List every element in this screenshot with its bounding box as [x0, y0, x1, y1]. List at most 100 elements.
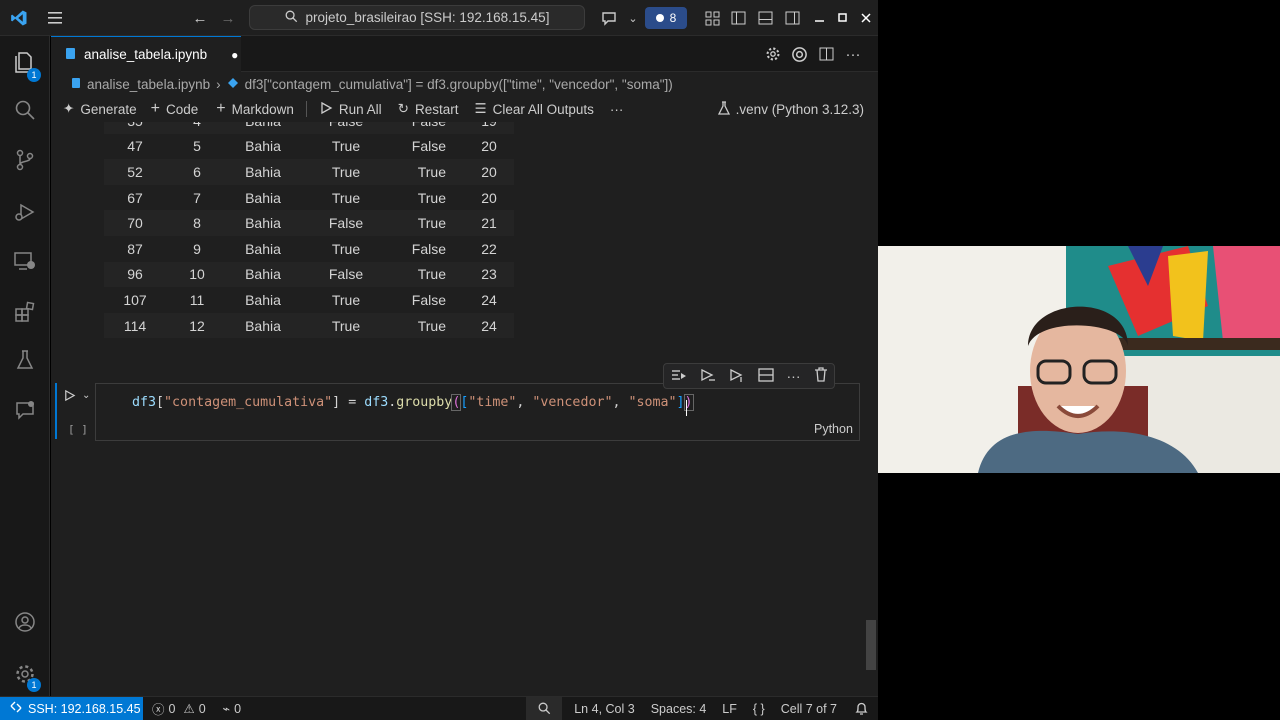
table-row: 114 12 Bahia True True 24 — [104, 312, 514, 339]
error-count: 0 — [168, 701, 176, 716]
indentation[interactable]: Spaces: 4 — [651, 702, 707, 716]
notebook-file-icon — [65, 47, 76, 63]
breadcrumb-file[interactable]: analise_tabela.ipynb — [87, 77, 210, 92]
restart-label: Restart — [414, 101, 459, 117]
maximize-icon[interactable] — [833, 8, 853, 28]
table-cell: 23 — [464, 261, 514, 288]
command-center-search[interactable]: projeto_brasileirao [SSH: 192.168.15.45] — [249, 5, 585, 30]
plus-icon: + — [216, 100, 226, 117]
warning-icon: ⚠ — [183, 702, 195, 716]
toggle-primary-sidebar-icon[interactable] — [728, 8, 748, 28]
code-token: df3 — [364, 395, 389, 410]
settings-gear-icon[interactable] — [763, 44, 783, 64]
unsaved-dot-icon[interactable]: ● — [231, 48, 238, 62]
customize-layout-icon[interactable] — [702, 8, 722, 28]
chevron-down-icon[interactable]: ⌄ — [626, 8, 640, 28]
end-of-line[interactable]: LF — [722, 702, 737, 716]
menu-icon[interactable] — [46, 8, 66, 28]
minimize-icon[interactable] — [810, 8, 830, 28]
table-cell: 20 — [464, 184, 514, 211]
split-cell-icon[interactable] — [757, 367, 774, 385]
activity-bar: 1 1 — [0, 36, 50, 696]
source-control-icon[interactable] — [0, 138, 50, 182]
cell-language[interactable]: Python — [814, 422, 853, 436]
chat-icon[interactable] — [0, 388, 50, 432]
breadcrumb-symbol[interactable]: df3["contagem_cumulativa"] = df3.groupby… — [245, 77, 673, 92]
breadcrumb-separator: › — [216, 76, 221, 92]
testing-icon[interactable] — [0, 338, 50, 382]
table-cell: False — [394, 122, 464, 134]
accounts-icon[interactable] — [0, 600, 50, 644]
extensions-icon[interactable] — [0, 290, 50, 334]
code-cell-editor[interactable] — [95, 383, 860, 441]
notifications-bell-icon[interactable] — [855, 702, 868, 716]
code-line[interactable]: df3["contagem_cumulativa"] = df3.groupby… — [132, 394, 694, 411]
run-cell-button[interactable]: ⌄ — [63, 386, 91, 404]
forward-icon[interactable]: → — [218, 8, 238, 28]
code-cell-icon — [227, 77, 239, 92]
accounts-badge: 1 — [27, 678, 41, 692]
zoom-icon[interactable] — [526, 696, 563, 720]
table-row: 354BahiaFalseFalse19 — [104, 122, 514, 134]
markdown-label: Markdown — [231, 101, 294, 117]
table-row: 47 5 Bahia True False 20 — [104, 133, 514, 160]
manage-gear-icon[interactable]: 1 — [0, 652, 50, 696]
language-braces[interactable]: { } — [753, 702, 765, 716]
search-icon[interactable] — [0, 88, 50, 132]
error-icon: ⓧ — [152, 703, 165, 717]
table-cell: 35 — [104, 122, 166, 134]
close-icon[interactable] — [856, 8, 876, 28]
table-cell: True — [298, 235, 394, 262]
code-token: ] — [332, 395, 341, 410]
run-options-chevron-icon[interactable]: ⌄ — [82, 390, 90, 401]
table-cell: 12 — [166, 312, 228, 339]
split-editor-icon[interactable] — [816, 44, 836, 64]
code-token: groupby — [396, 395, 453, 410]
copilot-icon[interactable] — [789, 44, 809, 64]
code-token: "contagem_cumulativa" — [164, 395, 333, 410]
kernel-picker[interactable]: .venv (Python 3.12.3) — [717, 100, 864, 118]
cell-more-icon[interactable]: ··· — [787, 368, 801, 384]
table-cell: False — [394, 133, 464, 160]
add-markdown-button[interactable]: + Markdown — [216, 100, 294, 118]
back-icon[interactable]: ← — [190, 8, 210, 28]
table-cell: Bahia — [228, 261, 298, 288]
explorer-icon[interactable]: 1 — [0, 40, 50, 84]
table-cell: False — [298, 210, 394, 236]
table-cell: Bahia — [228, 159, 298, 185]
editor-scrollbar[interactable] — [866, 620, 876, 670]
table-cell: 21 — [464, 210, 514, 236]
code-token: = — [340, 395, 365, 410]
problems-indicator[interactable]: ⓧ 0 ⚠ 0 — [152, 699, 206, 718]
run-all-button[interactable]: Run All — [319, 101, 382, 118]
more-actions-icon[interactable]: ··· — [843, 44, 863, 64]
generate-button[interactable]: ✦ Generate — [63, 101, 137, 117]
execute-below-icon[interactable] — [729, 368, 745, 385]
add-code-button[interactable]: + Code — [151, 100, 199, 118]
breadcrumb: analise_tabela.ipynb › df3["contagem_cum… — [51, 72, 878, 96]
clear-outputs-button[interactable]: ☰ Clear All Outputs — [474, 101, 593, 117]
table-cell: 19 — [464, 122, 514, 134]
restart-button[interactable]: ↻ Restart — [398, 101, 459, 117]
toolbar-more-button[interactable]: ··· — [610, 102, 624, 117]
delete-cell-icon[interactable] — [814, 367, 828, 385]
tab-analise-tabela[interactable]: analise_tabela.ipynb ● — [51, 36, 241, 72]
toggle-panel-icon[interactable] — [755, 8, 775, 28]
cursor-position[interactable]: Ln 4, Col 3 — [574, 702, 634, 716]
code-token: , — [612, 395, 629, 410]
ports-indicator[interactable]: ⌁ 0 — [223, 701, 241, 717]
table-cell: Bahia — [228, 122, 298, 134]
execute-above-icon[interactable] — [700, 368, 716, 385]
remote-indicator[interactable]: SSH: 192.168.15.45 — [0, 696, 143, 720]
remote-explorer-icon[interactable] — [0, 240, 50, 284]
table-cell: True — [298, 312, 394, 339]
cell-indicator[interactable]: Cell 7 of 7 — [781, 702, 837, 716]
run-debug-icon[interactable] — [0, 190, 50, 234]
toggle-secondary-sidebar-icon[interactable] — [782, 8, 802, 28]
table-cell: Bahia — [228, 235, 298, 262]
table-cell: True — [394, 184, 464, 211]
status-badge[interactable]: 8 — [645, 7, 687, 29]
status-bar: SSH: 192.168.15.45 ⓧ 0 ⚠ 0 ⌁ 0 Ln 4, Col… — [0, 696, 878, 720]
run-by-line-icon[interactable] — [671, 368, 687, 385]
copilot-chat-icon[interactable] — [598, 8, 622, 28]
